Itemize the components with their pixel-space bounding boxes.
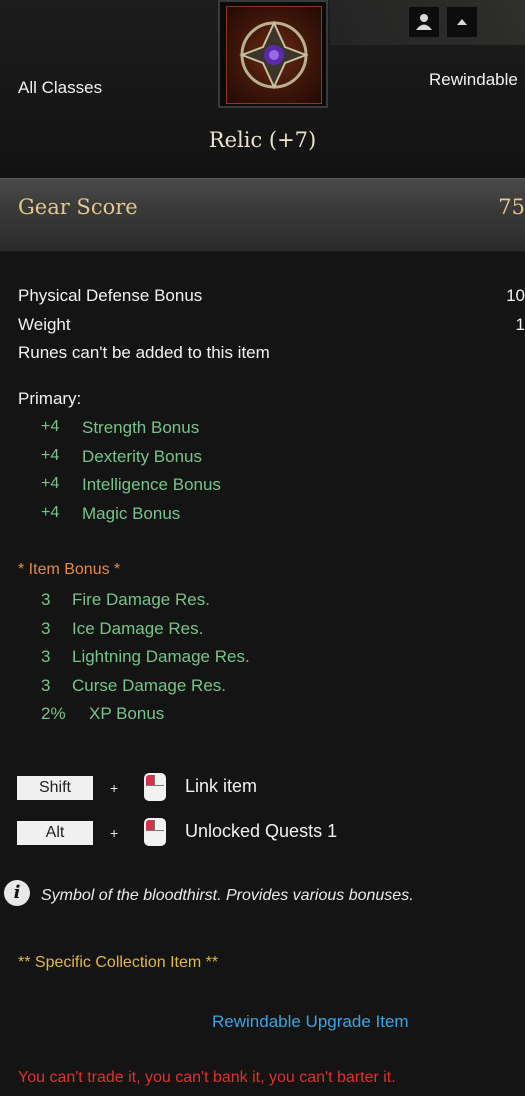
- shift-key: Shift: [17, 776, 93, 800]
- stat-label: Physical Defense Bonus: [18, 286, 203, 305]
- gear-score-value: 75: [498, 195, 525, 219]
- relic-icon: [226, 6, 322, 104]
- bonus-name: Strength Bonus: [82, 418, 200, 437]
- item-description: Symbol of the bloodthirst. Provides vari…: [41, 887, 414, 904]
- unlocked-quests-label: Unlocked Quests 1: [185, 821, 338, 841]
- stat-label: Runes can't be added to this item: [18, 343, 270, 362]
- alt-key: Alt: [17, 821, 93, 845]
- bonus-name: Lightning Damage Res.: [72, 647, 250, 666]
- bonus-value: 3: [41, 676, 51, 695]
- character-icon[interactable]: [408, 6, 440, 38]
- item-bonus-heading: * Item Bonus *: [18, 561, 121, 578]
- bonus-value: 3: [41, 619, 51, 638]
- mouse-click-icon: [144, 818, 166, 846]
- class-label: All Classes: [18, 78, 103, 97]
- stat-value: 1: [515, 315, 525, 334]
- primary-heading: Primary:: [18, 389, 82, 408]
- item-icon-frame: [218, 0, 328, 108]
- link-item-label: Link item: [185, 776, 258, 796]
- rewindable-upgrade-label: Rewindable Upgrade Item: [212, 1012, 409, 1031]
- rewindable-label: Rewindable: [429, 70, 518, 89]
- bonus-value: 3: [41, 647, 51, 666]
- item-title: Relic (+7): [208, 128, 317, 152]
- stat-label: Weight: [18, 315, 71, 334]
- collection-item-label: ** Specific Collection Item **: [18, 954, 219, 971]
- bonus-name: Curse Damage Res.: [72, 676, 227, 695]
- bonus-name: XP Bonus: [89, 704, 165, 723]
- bonus-value: 2%: [41, 704, 66, 723]
- bonus-name: Fire Damage Res.: [72, 590, 210, 609]
- gear-score-label: Gear Score: [18, 195, 138, 219]
- bonus-name: Intelligence Bonus: [82, 475, 221, 494]
- bonus-value: +4: [41, 418, 60, 435]
- bonus-value: +4: [41, 504, 60, 521]
- plus-sign: +: [110, 825, 119, 841]
- bonus-value: +4: [41, 447, 60, 464]
- bonus-value: 3: [41, 590, 51, 609]
- stat-value: 10: [506, 286, 525, 305]
- trade-restriction-label: You can't trade it, you can't bank it, y…: [18, 1069, 396, 1086]
- bonus-value: +4: [41, 475, 60, 492]
- bonus-name: Dexterity Bonus: [82, 447, 202, 466]
- mouse-click-icon: [144, 773, 166, 801]
- caret-up-icon[interactable]: [446, 6, 478, 38]
- bonus-name: Ice Damage Res.: [72, 619, 204, 638]
- plus-sign: +: [110, 780, 119, 796]
- bonus-name: Magic Bonus: [82, 504, 181, 523]
- info-icon: i: [4, 880, 30, 906]
